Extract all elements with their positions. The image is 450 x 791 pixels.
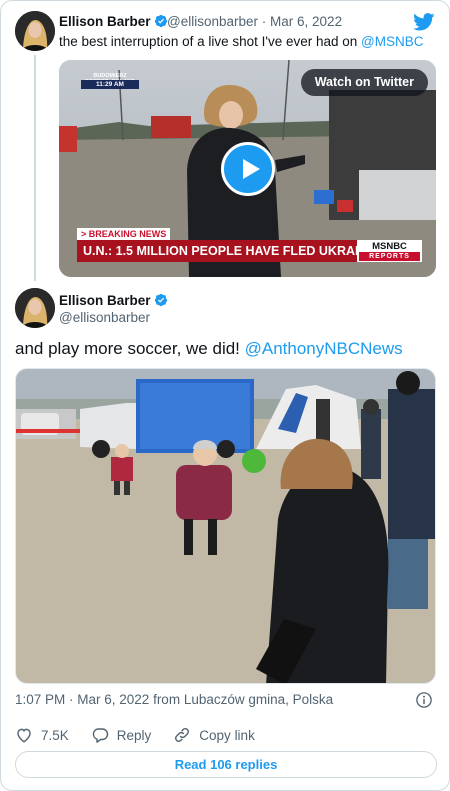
parent-tweet-text: the best interruption of a live shot I'v… (59, 34, 424, 49)
parent-date[interactable]: Mar 6, 2022 (270, 14, 342, 29)
parent-handle-and-date[interactable]: @ellisonbarber · Mar 6, 2022 (167, 14, 342, 29)
like-count: 7.5K (41, 727, 69, 743)
info-icon[interactable] (415, 691, 433, 709)
heart-icon (17, 728, 31, 743)
breaking-news-label: > BREAKING NEWS (77, 228, 171, 240)
reply-button[interactable]: Reply (91, 726, 152, 744)
link-icon (175, 728, 190, 742)
verified-badge-icon (154, 293, 167, 307)
parent-author-avatar[interactable] (15, 11, 55, 51)
play-button[interactable] (221, 142, 275, 196)
reply-icon (92, 728, 108, 743)
copy-link-button[interactable]: Copy link (173, 726, 255, 744)
like-button[interactable]: 7.5K (15, 726, 69, 744)
news-chyron: U.N.: 1.5 MILLION PEOPLE HAVE FLED UKRAI… (77, 240, 376, 262)
network-logo: MSNBC REPORTS (357, 240, 422, 262)
author-name[interactable]: Ellison Barber (59, 293, 168, 308)
soccer-photo-image (16, 369, 435, 683)
thread-connector-line (34, 55, 36, 281)
play-icon (243, 159, 260, 179)
watch-on-twitter-button[interactable]: Watch on Twitter (300, 69, 428, 96)
author-avatar[interactable] (15, 288, 55, 328)
copy-link-label: Copy link (199, 727, 255, 743)
network-name: MSNBC (372, 241, 407, 252)
twitter-logo-icon[interactable] (413, 13, 435, 31)
tweet-timestamp[interactable]: 1:07 PM · Mar 6, 2022 from Lubaczów gmin… (15, 692, 333, 707)
msnbc-mention-link[interactable]: @MSNBC (361, 34, 423, 49)
parent-author-name[interactable]: Ellison Barber (59, 14, 168, 29)
verified-badge-icon (154, 14, 167, 28)
tweet-photo[interactable] (15, 368, 436, 684)
video-time-label: 11:29 AM (81, 80, 139, 89)
reply-label: Reply (116, 727, 152, 743)
video-player[interactable]: BUDOMIERZ BORDER, POLAND 11:29 AM Watch … (59, 60, 436, 277)
tweet-text: and play more soccer, we did! @AnthonyNB… (15, 339, 403, 358)
tweet-actions: 7.5K Reply Copy link (15, 725, 277, 745)
author-handle[interactable]: @ellisonbarber (59, 310, 150, 325)
anthony-mention-link[interactable]: @AnthonyNBCNews (245, 339, 403, 358)
read-replies-button[interactable]: Read 106 replies (15, 751, 437, 778)
tweet-embed-card: Ellison Barber @ellisonbarber · Mar 6, 2… (0, 0, 450, 791)
network-subtitle: REPORTS (359, 252, 420, 261)
